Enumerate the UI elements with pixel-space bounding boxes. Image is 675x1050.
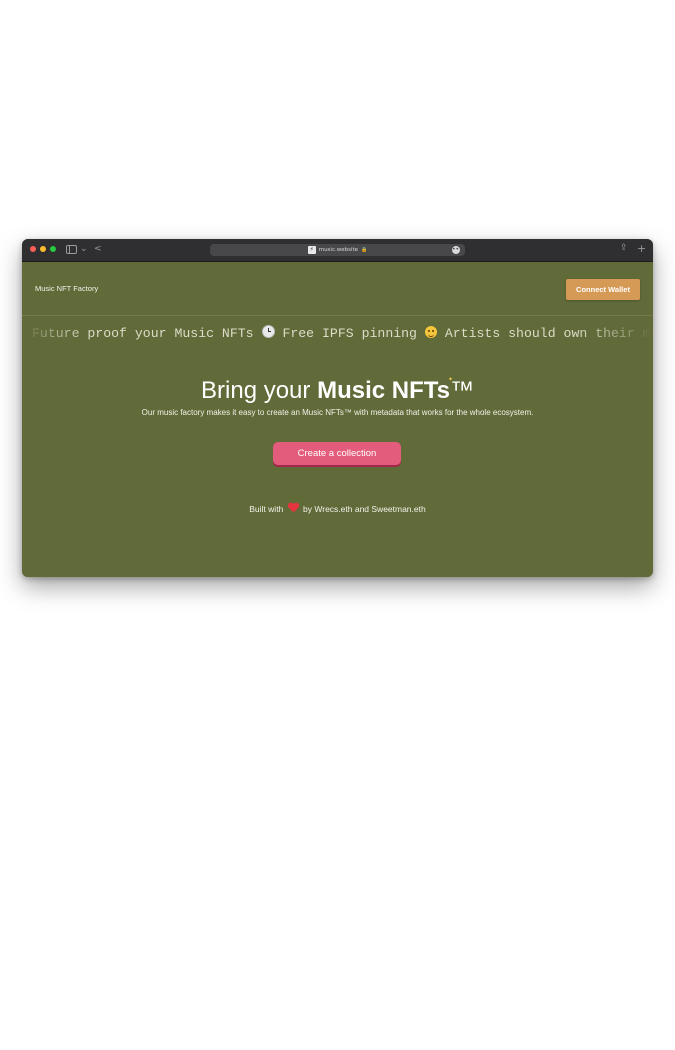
address-bar[interactable]: ⚡ music.website 🔒 •••	[210, 244, 465, 256]
footer-built-with: Built with	[249, 504, 284, 514]
trademark-symbol: ™	[449, 377, 474, 404]
connect-wallet-button[interactable]: Connect Wallet	[566, 279, 640, 300]
marquee-banner: Future proof your Music NFTs Free IPFS p…	[22, 324, 653, 344]
clock-icon	[261, 325, 275, 338]
site-header: Music NFT Factory Connect Wallet	[22, 262, 653, 316]
hero-title: Bring your Music NFTs™	[22, 377, 653, 405]
footer-credits: Built with by Wrecs.eth and Sweetman.eth	[22, 503, 653, 514]
lock-icon: 🔒	[361, 247, 368, 253]
marquee-fade-left	[22, 324, 92, 344]
new-tab-icon[interactable]: +	[637, 242, 646, 255]
minimize-window-button[interactable]	[40, 246, 46, 252]
hero-title-prefix: Bring your	[201, 377, 311, 404]
close-window-button[interactable]	[30, 246, 36, 252]
window-controls	[30, 246, 56, 252]
marquee-text: Future proof your Music NFTs Free IPFS p…	[32, 325, 653, 341]
browser-window: ⌄ < ⚡ music.website 🔒 ••• ⇪ + Music NFT …	[22, 239, 653, 577]
hero-title-bold: Music NFTs	[317, 377, 450, 404]
footer-authors: by Wrecs.eth and Sweetman.eth	[303, 504, 426, 514]
sparkle-icon: ✦	[448, 376, 454, 383]
heart-icon	[288, 503, 299, 513]
address-bar-url: music.website	[318, 247, 359, 253]
smiley-icon	[424, 326, 437, 338]
marquee-fade-right	[573, 324, 653, 344]
create-collection-button[interactable]: Create a collection	[273, 442, 401, 465]
page-content: Music NFT Factory Connect Wallet Future …	[22, 262, 653, 577]
brand-link[interactable]: Music NFT Factory	[35, 284, 98, 293]
site-favicon-icon: ⚡	[307, 246, 316, 254]
chevron-down-icon[interactable]: ⌄	[80, 243, 88, 256]
extension-icon[interactable]: •••	[452, 246, 463, 254]
sidebar-toggle-icon[interactable]	[66, 245, 77, 254]
maximize-window-button[interactable]	[50, 246, 56, 252]
browser-titlebar: ⌄ < ⚡ music.website 🔒 ••• ⇪ +	[22, 239, 653, 262]
marquee-item-ipfs: Free IPFS pinning	[282, 326, 417, 341]
share-icon[interactable]: ⇪	[620, 243, 628, 253]
back-arrow-icon[interactable]: <	[94, 243, 102, 256]
hero-subtitle: Our music factory makes it easy to creat…	[141, 408, 534, 417]
